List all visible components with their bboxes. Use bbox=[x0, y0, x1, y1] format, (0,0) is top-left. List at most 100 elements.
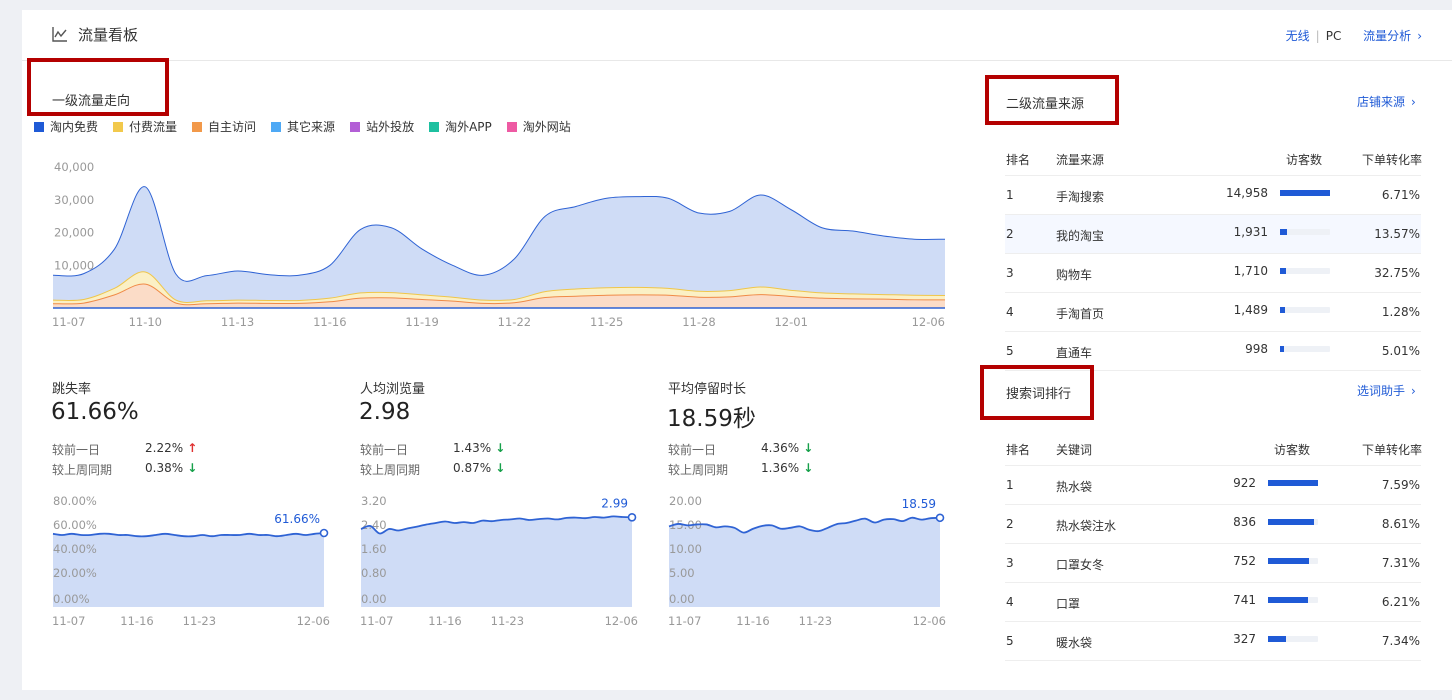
kpi-comparison: 较上周同期 0.38% ↓ bbox=[52, 461, 212, 477]
y-tick-label: 10,000 bbox=[54, 258, 94, 272]
column-header-conversion[interactable]: 下单转化率 bbox=[1362, 151, 1422, 168]
row-name[interactable]: 热水袋注水 bbox=[1056, 517, 1116, 534]
row-visitors: 752 bbox=[1233, 554, 1256, 568]
store-source-label[interactable]: 店铺来源 bbox=[1357, 95, 1405, 109]
column-header-name: 流量来源 bbox=[1056, 153, 1105, 167]
x-tick-label: 11-10 bbox=[129, 315, 162, 329]
visitor-share-bar bbox=[1280, 268, 1330, 274]
legend-item[interactable]: 自主访问 bbox=[192, 118, 256, 135]
legend-label: 其它来源 bbox=[287, 120, 336, 134]
row-conversion-rate: 32.75% bbox=[1374, 266, 1420, 280]
legend-item[interactable]: 站外投放 bbox=[350, 118, 414, 135]
table-row[interactable]: 4 口罩 741 6.21% bbox=[1005, 583, 1421, 622]
y-tick-label: 20,000 bbox=[54, 226, 94, 240]
table-row[interactable]: 5 暖水袋 327 7.34% bbox=[1005, 622, 1421, 661]
table-row[interactable]: 4 手淘首页 1,489 1.28% bbox=[1005, 293, 1421, 332]
table-row[interactable]: 3 口罩女冬 752 7.31% bbox=[1005, 544, 1421, 583]
divider: | bbox=[1315, 29, 1320, 43]
row-rank: 1 bbox=[1006, 188, 1014, 202]
legend-swatch bbox=[506, 121, 517, 132]
comparison-value: 2.22% ↑ bbox=[145, 441, 197, 455]
row-name[interactable]: 我的淘宝 bbox=[1056, 227, 1104, 244]
y-tick-label: 40.00% bbox=[53, 542, 97, 556]
visitor-share-bar bbox=[1280, 190, 1330, 196]
wireless-toggle[interactable]: 无线 bbox=[1286, 29, 1310, 43]
column-header-visitors[interactable]: 访客数 bbox=[1274, 441, 1310, 458]
x-tick-label: 12-06 bbox=[605, 614, 638, 628]
row-rank: 1 bbox=[1006, 478, 1014, 492]
row-visitors: 327 bbox=[1233, 632, 1256, 646]
legend-item[interactable]: 其它来源 bbox=[271, 118, 335, 135]
legend-swatch bbox=[113, 121, 124, 132]
legend-item[interactable]: 淘内免费 bbox=[34, 118, 98, 135]
column-header-visitors[interactable]: 访客数 bbox=[1286, 151, 1322, 168]
header-actions: 无线 | PC 流量分析 › bbox=[1286, 27, 1422, 44]
row-rank: 3 bbox=[1006, 266, 1014, 280]
legend-item[interactable]: 付费流量 bbox=[113, 118, 177, 135]
arrow-down-icon: ↓ bbox=[183, 461, 198, 475]
series-area bbox=[669, 517, 940, 607]
keyword-helper-link[interactable]: 选词助手 › bbox=[1357, 382, 1416, 399]
last-point-marker[interactable] bbox=[935, 513, 945, 523]
y-tick-label: 80.00% bbox=[53, 494, 97, 508]
table-row[interactable]: 3 购物车 1,710 32.75% bbox=[1005, 254, 1421, 293]
table-row[interactable]: 1 手淘搜索 14,958 6.71% bbox=[1005, 176, 1421, 215]
comparison-value: 4.36% ↓ bbox=[761, 441, 813, 455]
traffic-analysis-link[interactable]: 流量分析 bbox=[1363, 29, 1411, 43]
series-area-free bbox=[53, 186, 945, 308]
legend-label: 站外投放 bbox=[366, 120, 415, 134]
comparison-percent: 2.22% bbox=[145, 441, 184, 455]
comparison-percent: 0.87% bbox=[453, 461, 492, 475]
x-tick-label: 11-07 bbox=[52, 614, 85, 628]
x-tick-label: 12-06 bbox=[297, 614, 330, 628]
y-tick-label: 2.40 bbox=[361, 518, 387, 532]
table-row[interactable]: 1 热水袋 922 7.59% bbox=[1005, 466, 1421, 505]
legend-swatch bbox=[34, 121, 44, 132]
row-name[interactable]: 口罩 bbox=[1056, 595, 1080, 612]
row-conversion-rate: 1.28% bbox=[1381, 305, 1420, 319]
visitor-share-bar bbox=[1268, 597, 1318, 603]
row-conversion-rate: 7.59% bbox=[1381, 478, 1420, 492]
last-point-marker[interactable] bbox=[319, 528, 329, 538]
keyword-helper-label[interactable]: 选词助手 bbox=[1357, 384, 1405, 398]
search-terms-title: 搜索词排行 bbox=[1006, 387, 1072, 402]
pc-toggle[interactable]: PC bbox=[1326, 29, 1342, 43]
kpi-name: 人均浏览量 bbox=[360, 382, 426, 397]
x-tick-label: 11-07 bbox=[360, 614, 393, 628]
legend-swatch bbox=[429, 121, 440, 132]
main-chart-legend: 淘内免费 付费流量 自主访问 其它来源 站外投放 淘外APP 淘外网站 bbox=[34, 118, 571, 135]
visitor-share-fill bbox=[1268, 480, 1318, 486]
y-tick-label: 10.00 bbox=[669, 542, 702, 556]
comparison-label: 较前一日 bbox=[360, 443, 409, 457]
visitor-share-bar bbox=[1268, 519, 1318, 525]
visitor-share-bar bbox=[1280, 229, 1330, 235]
row-visitors: 836 bbox=[1233, 515, 1256, 529]
column-header-rank: 排名 bbox=[1006, 443, 1031, 457]
dashboard-title: 流量看板 bbox=[78, 26, 139, 44]
row-name[interactable]: 购物车 bbox=[1056, 266, 1092, 283]
visitor-share-fill bbox=[1268, 636, 1286, 642]
kpi-value: 2.98 bbox=[359, 399, 411, 425]
visitor-share-bar bbox=[1280, 346, 1330, 352]
row-name[interactable]: 直通车 bbox=[1056, 344, 1092, 361]
line-chart-icon bbox=[52, 27, 67, 42]
kpi-comparison: 较前一日 2.22% ↑ bbox=[52, 441, 212, 457]
legend-item[interactable]: 淘外网站 bbox=[506, 118, 571, 135]
row-name[interactable]: 手淘搜索 bbox=[1056, 188, 1104, 205]
last-point-marker[interactable] bbox=[627, 512, 637, 522]
primary-traffic-title: 一级流量走向 bbox=[52, 94, 131, 109]
row-name[interactable]: 手淘首页 bbox=[1056, 305, 1104, 322]
table-row[interactable]: 2 热水袋注水 836 8.61% bbox=[1005, 505, 1421, 544]
row-name[interactable]: 口罩女冬 bbox=[1056, 556, 1104, 573]
row-name[interactable]: 暖水袋 bbox=[1056, 634, 1092, 651]
legend-item[interactable]: 淘外APP bbox=[429, 118, 492, 135]
row-name[interactable]: 热水袋 bbox=[1056, 478, 1092, 495]
column-header-conversion[interactable]: 下单转化率 bbox=[1362, 441, 1422, 458]
visitor-share-bar bbox=[1268, 636, 1318, 642]
y-tick-label: 20.00% bbox=[53, 566, 97, 580]
comparison-label: 较前一日 bbox=[668, 443, 717, 457]
y-tick-label: 1.60 bbox=[361, 542, 387, 556]
store-source-link[interactable]: 店铺来源 › bbox=[1357, 93, 1416, 110]
row-conversion-rate: 13.57% bbox=[1374, 227, 1420, 241]
table-row[interactable]: 2 我的淘宝 1,931 13.57% bbox=[1005, 215, 1421, 254]
